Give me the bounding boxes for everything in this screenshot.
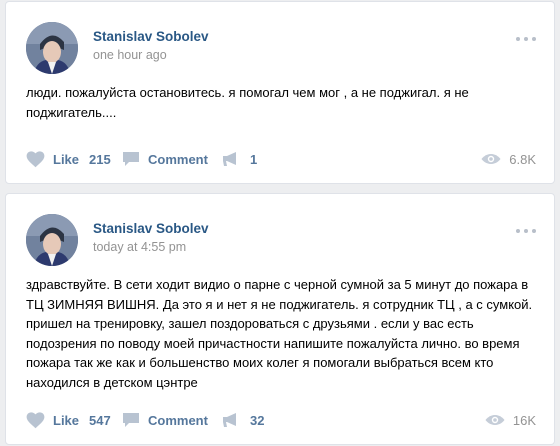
share-count: 32: [250, 412, 265, 428]
more-dots-icon[interactable]: [516, 228, 536, 234]
post-card: Stanislav Sobolev today at 4:55 pm здрав…: [5, 193, 555, 445]
like-label: Like: [53, 412, 80, 428]
post-card: Stanislav Sobolev one hour ago люди. пож…: [5, 1, 555, 184]
like-count: 547: [89, 412, 111, 428]
like-label: Like: [53, 151, 80, 167]
eye-icon: [481, 154, 501, 164]
post-actions: Like 547 Comment 32 16K: [6, 409, 554, 431]
share-button[interactable]: 32: [222, 409, 264, 431]
share-button[interactable]: 1: [222, 148, 257, 170]
comment-label: Comment: [148, 151, 208, 167]
comment-label: Comment: [148, 412, 208, 428]
eye-icon: [485, 415, 505, 425]
heart-icon: [26, 411, 45, 428]
megaphone-icon: [223, 413, 236, 427]
author-name[interactable]: Stanislav Sobolev: [93, 221, 209, 236]
views-counter: 6.8K: [481, 148, 536, 170]
share-count: 1: [250, 151, 258, 167]
avatar-photo: [26, 22, 78, 74]
post-text: люди. пожалуйста остановитесь. я помогал…: [26, 85, 469, 120]
post-time[interactable]: one hour ago: [93, 48, 167, 62]
heart-icon: [26, 150, 45, 167]
post-time[interactable]: today at 4:55 pm: [93, 240, 186, 254]
avatar-photo: [26, 214, 78, 266]
comment-button[interactable]: Comment: [122, 148, 208, 170]
like-count: 215: [89, 151, 111, 167]
post-text: здравствуйте. В сети ходит видио о парне…: [26, 277, 533, 390]
comment-button[interactable]: Comment: [122, 409, 208, 431]
post-actions: Like 215 Comment 1 6.8K: [6, 148, 554, 170]
more-dots-icon[interactable]: [516, 36, 536, 42]
views-counter: 16K: [485, 409, 536, 431]
avatar[interactable]: [26, 22, 78, 74]
author-name[interactable]: Stanislav Sobolev: [93, 29, 209, 44]
avatar[interactable]: [26, 214, 78, 266]
comment-bubble-icon: [123, 413, 139, 427]
views-count: 6.8K: [509, 151, 536, 167]
megaphone-icon: [223, 152, 236, 166]
like-button[interactable]: Like 215: [26, 148, 111, 170]
like-button[interactable]: Like 547: [26, 409, 111, 431]
comment-bubble-icon: [123, 152, 139, 166]
views-count: 16K: [512, 412, 536, 428]
